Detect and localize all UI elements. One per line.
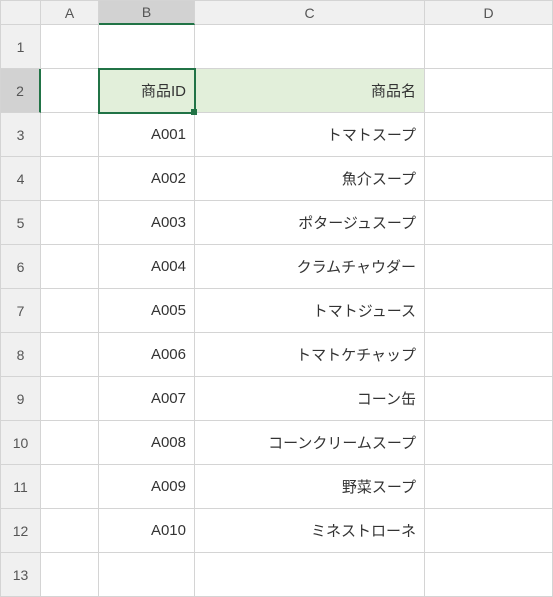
cell-A10[interactable] bbox=[41, 421, 99, 465]
cell-B12[interactable]: A010 bbox=[99, 509, 195, 553]
cell-D3[interactable] bbox=[425, 113, 553, 157]
row-header-11[interactable]: 11 bbox=[1, 465, 41, 509]
cell-D9[interactable] bbox=[425, 377, 553, 421]
cell-A11[interactable] bbox=[41, 465, 99, 509]
cell-A6[interactable] bbox=[41, 245, 99, 289]
cell-B6[interactable]: A004 bbox=[99, 245, 195, 289]
row-header-10[interactable]: 10 bbox=[1, 421, 41, 465]
cell-B10[interactable]: A008 bbox=[99, 421, 195, 465]
cell-C1[interactable] bbox=[195, 25, 425, 69]
cell-A5[interactable] bbox=[41, 201, 99, 245]
row-header-13[interactable]: 13 bbox=[1, 553, 41, 597]
cell-D7[interactable] bbox=[425, 289, 553, 333]
cell-A7[interactable] bbox=[41, 289, 99, 333]
cell-C7[interactable]: トマトジュース bbox=[195, 289, 425, 333]
cell-C11[interactable]: 野菜スープ bbox=[195, 465, 425, 509]
row-header-6[interactable]: 6 bbox=[1, 245, 41, 289]
cell-D12[interactable] bbox=[425, 509, 553, 553]
cell-B1[interactable] bbox=[99, 25, 195, 69]
cell-C2[interactable]: 商品名 bbox=[195, 69, 425, 113]
cell-D2[interactable] bbox=[425, 69, 553, 113]
col-header-C[interactable]: C bbox=[195, 1, 425, 25]
cell-C12[interactable]: ミネストローネ bbox=[195, 509, 425, 553]
col-header-D[interactable]: D bbox=[425, 1, 553, 25]
cell-C4[interactable]: 魚介スープ bbox=[195, 157, 425, 201]
col-header-B[interactable]: B bbox=[99, 1, 195, 25]
cell-B8[interactable]: A006 bbox=[99, 333, 195, 377]
row-header-5[interactable]: 5 bbox=[1, 201, 41, 245]
cell-B4[interactable]: A002 bbox=[99, 157, 195, 201]
cell-A8[interactable] bbox=[41, 333, 99, 377]
cell-C13[interactable] bbox=[195, 553, 425, 597]
cell-B5[interactable]: A003 bbox=[99, 201, 195, 245]
cell-D4[interactable] bbox=[425, 157, 553, 201]
row-header-12[interactable]: 12 bbox=[1, 509, 41, 553]
cell-A9[interactable] bbox=[41, 377, 99, 421]
cell-B9[interactable]: A007 bbox=[99, 377, 195, 421]
cell-C8[interactable]: トマトケチャップ bbox=[195, 333, 425, 377]
row-header-7[interactable]: 7 bbox=[1, 289, 41, 333]
cell-C3[interactable]: トマトスープ bbox=[195, 113, 425, 157]
col-header-A[interactable]: A bbox=[41, 1, 99, 25]
cell-A4[interactable] bbox=[41, 157, 99, 201]
cell-D10[interactable] bbox=[425, 421, 553, 465]
cell-D5[interactable] bbox=[425, 201, 553, 245]
cell-B7[interactable]: A005 bbox=[99, 289, 195, 333]
cell-B3[interactable]: A001 bbox=[99, 113, 195, 157]
cell-C10[interactable]: コーンクリームスープ bbox=[195, 421, 425, 465]
cell-B2[interactable]: 商品ID bbox=[99, 69, 195, 113]
row-header-1[interactable]: 1 bbox=[1, 25, 41, 69]
cell-B13[interactable] bbox=[99, 553, 195, 597]
cell-D6[interactable] bbox=[425, 245, 553, 289]
cell-B11[interactable]: A009 bbox=[99, 465, 195, 509]
cell-D1[interactable] bbox=[425, 25, 553, 69]
cell-D13[interactable] bbox=[425, 553, 553, 597]
cell-A12[interactable] bbox=[41, 509, 99, 553]
cell-C6[interactable]: クラムチャウダー bbox=[195, 245, 425, 289]
spreadsheet-grid[interactable]: A B C D 1 2 商品ID 商品名 3 A001 トマトスープ 4 A00… bbox=[0, 0, 553, 597]
row-header-2[interactable]: 2 bbox=[1, 69, 41, 113]
cell-D8[interactable] bbox=[425, 333, 553, 377]
select-all-corner[interactable] bbox=[1, 1, 41, 25]
cell-C9[interactable]: コーン缶 bbox=[195, 377, 425, 421]
row-header-8[interactable]: 8 bbox=[1, 333, 41, 377]
cell-A1[interactable] bbox=[41, 25, 99, 69]
cell-A3[interactable] bbox=[41, 113, 99, 157]
cell-C5[interactable]: ポタージュスープ bbox=[195, 201, 425, 245]
cell-A13[interactable] bbox=[41, 553, 99, 597]
row-header-4[interactable]: 4 bbox=[1, 157, 41, 201]
cell-A2[interactable] bbox=[41, 69, 99, 113]
row-header-3[interactable]: 3 bbox=[1, 113, 41, 157]
row-header-9[interactable]: 9 bbox=[1, 377, 41, 421]
cell-D11[interactable] bbox=[425, 465, 553, 509]
